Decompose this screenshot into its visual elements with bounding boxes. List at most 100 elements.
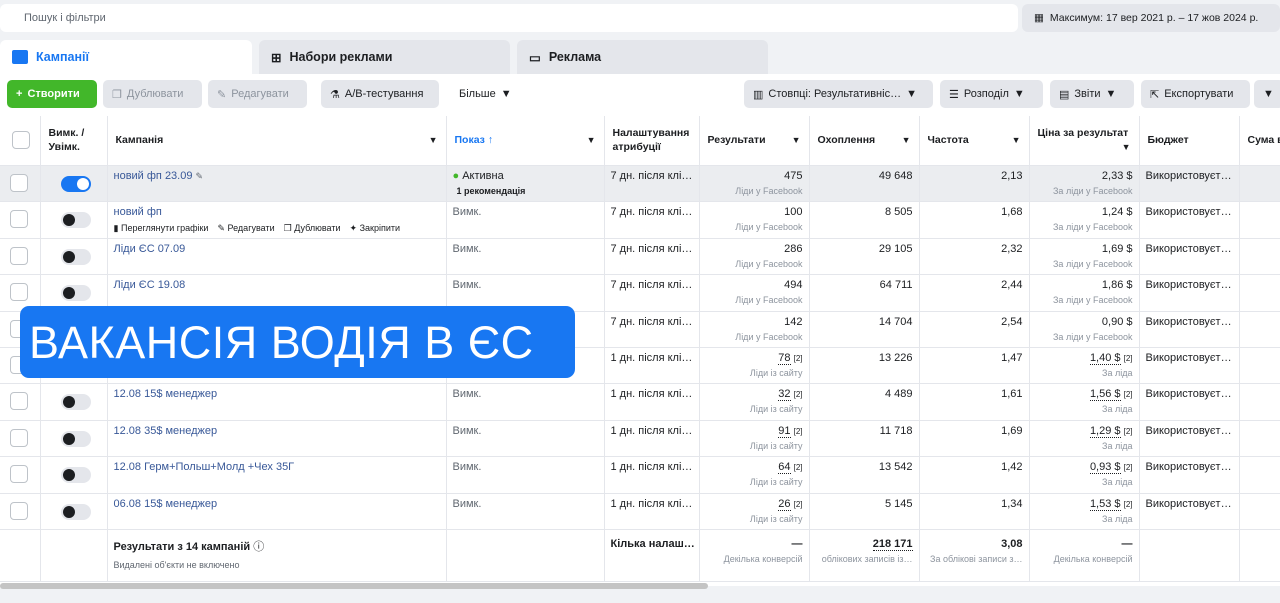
horizontal-scrollbar[interactable]: [0, 583, 708, 589]
row-checkbox[interactable]: [10, 246, 28, 265]
frequency-header[interactable]: Частота ▼: [919, 116, 1030, 166]
export-options-button[interactable]: ▼: [1254, 80, 1280, 108]
ad-icon: ▭: [529, 50, 541, 65]
info-icon: [2]: [1123, 390, 1133, 400]
breakdown-icon: ☰: [949, 88, 959, 101]
duplicate-action[interactable]: ❐ Дублювати: [284, 223, 341, 234]
totals-frequency: 3,08 За облікові записи з…: [919, 529, 1030, 583]
more-button[interactable]: Більше ▼: [450, 80, 520, 108]
info-icon: ⓘ: [253, 541, 265, 554]
campaign-name-link[interactable]: Ліди ЄС 19.08: [114, 279, 186, 291]
campaign-toggle[interactable]: [60, 394, 91, 411]
attribution-cell: 1 дн. після клі…: [604, 420, 700, 458]
spent-cell: [1239, 274, 1280, 312]
table-row[interactable]: 06.08 15$ менеджер Вимк. 1 дн. після клі…: [0, 493, 1280, 531]
tab-ad-sets[interactable]: ⊞ Набори реклами: [259, 40, 510, 74]
budget-header[interactable]: Бюджет: [1139, 116, 1240, 166]
row-checkbox[interactable]: [10, 501, 28, 520]
totals-cost-value: —: [1121, 538, 1133, 551]
reach-value: 64 711: [879, 279, 913, 292]
cost-type: За ліди у Facebook: [1053, 185, 1133, 196]
cost-type: За ліда: [1102, 440, 1133, 451]
attribution-cell: 7 дн. після клі…: [604, 274, 700, 312]
duplicate-button[interactable]: ❐ Дублювати: [103, 80, 202, 108]
campaign-toggle[interactable]: [60, 211, 91, 228]
toggle-cell: [40, 420, 108, 458]
cost-header[interactable]: Ціна за результат ▼: [1029, 116, 1140, 166]
results-type: Ліди із сайту: [749, 368, 803, 379]
campaign-toggle[interactable]: [60, 248, 91, 265]
campaign-toggle[interactable]: [60, 467, 91, 484]
totals-frequency-sub: За облікові записи з…: [930, 554, 1023, 565]
ab-test-button[interactable]: ⚗ A/B-тестування: [321, 80, 439, 108]
row-checkbox[interactable]: [10, 209, 28, 228]
delivery-cell: Вимк.: [446, 456, 605, 494]
table-row[interactable]: Ліди ЄС 07.09 Вимк. 7 дн. після клі… 286…: [0, 238, 1280, 276]
row-checkbox[interactable]: [10, 428, 28, 447]
edit-action[interactable]: ✎ Редагувати: [217, 223, 274, 234]
search-input[interactable]: Пошук і фільтри: [0, 4, 1018, 32]
breakdown-button[interactable]: ☰ Розподіл ▼: [940, 80, 1043, 108]
spent-cell: [1239, 493, 1280, 531]
spent-cell: [1239, 165, 1280, 202]
date-range-picker[interactable]: ▦ Максимум: 17 вер 2021 р. – 17 жов 2024…: [1022, 4, 1280, 32]
campaign-toggle[interactable]: [60, 285, 91, 302]
campaign-header[interactable]: Кампанія ▼: [107, 116, 447, 166]
reach-cell: 64 711: [809, 274, 920, 312]
pencil-icon[interactable]: ✎: [196, 171, 204, 181]
pin-action[interactable]: ✦ Закріпити: [350, 223, 401, 234]
campaign-toggle[interactable]: [60, 175, 91, 192]
row-checkbox[interactable]: [10, 173, 28, 192]
results-type: Ліди із сайту: [749, 404, 803, 415]
calendar-icon: ▦: [1034, 12, 1044, 24]
view-charts-action[interactable]: ▮ Переглянути графіки: [114, 223, 209, 234]
recommendation-badge[interactable]: 1 рекомендація: [452, 184, 530, 197]
table-row[interactable]: 12.08 Герм+Польш+Молд +Чех 35Г Вимк. 1 д…: [0, 456, 1280, 494]
spent-header[interactable]: Сума в: [1239, 116, 1280, 166]
row-checkbox[interactable]: [10, 465, 28, 484]
campaign-name-link[interactable]: 12.08 35$ менеджер: [114, 425, 218, 437]
row-checkbox[interactable]: [10, 392, 28, 411]
totals-results-value: —: [791, 538, 803, 551]
budget-value: Використовуєт…: [1145, 242, 1232, 255]
grid-icon: ⊞: [271, 50, 282, 65]
cost-value: 1,69 $: [1101, 242, 1133, 255]
reach-header[interactable]: Охоплення ▼: [809, 116, 920, 166]
campaign-toggle[interactable]: [60, 503, 91, 520]
create-button[interactable]: + Створити: [7, 80, 97, 108]
spent-cell: [1239, 201, 1280, 239]
cost-type: За ліди у Facebook: [1053, 221, 1133, 232]
cost-cell: 1,56 $ [2] За ліда: [1029, 383, 1140, 421]
export-button[interactable]: ⇱ Експортувати: [1141, 80, 1250, 108]
table-row[interactable]: 12.08 35$ менеджер Вимк. 1 дн. після клі…: [0, 420, 1280, 458]
table-row[interactable]: 12.08 15$ менеджер Вимк. 1 дн. після клі…: [0, 383, 1280, 421]
columns-button[interactable]: ▥ Стовпці: Результативніс… ▼: [744, 80, 933, 108]
row-checkbox[interactable]: [10, 283, 28, 302]
campaign-name-link[interactable]: 06.08 15$ менеджер: [114, 498, 218, 510]
spent-cell: [1239, 347, 1280, 385]
campaign-toggle[interactable]: [60, 430, 91, 447]
table-row[interactable]: новий фп ▮ Переглянути графіки ✎ Редагув…: [0, 201, 1280, 239]
cost-cell: 2,33 $ За ліди у Facebook: [1029, 165, 1140, 202]
reports-button[interactable]: ▤ Звіти ▼: [1050, 80, 1134, 108]
campaign-name-link[interactable]: новий фп 23.09: [114, 170, 193, 182]
results-type: Ліди у Facebook: [735, 295, 803, 306]
delivery-header[interactable]: Показ ↑ ▼: [446, 116, 605, 166]
cost-type: За ліда: [1102, 404, 1133, 415]
attribution-header[interactable]: Налаштування атрибуції: [604, 116, 700, 166]
campaign-name-link[interactable]: новий фп: [114, 206, 162, 218]
results-header[interactable]: Результати ▼: [699, 116, 810, 166]
edit-button[interactable]: ✎ Редагувати: [208, 80, 307, 108]
tab-campaigns[interactable]: Кампанії: [0, 40, 252, 74]
select-all-checkbox[interactable]: [12, 131, 30, 150]
frequency-value: 1,47: [1001, 352, 1023, 365]
info-icon: [2]: [793, 499, 803, 509]
campaign-name-link[interactable]: 12.08 Герм+Польш+Молд +Чех 35Г: [114, 461, 295, 473]
table-row[interactable]: новий фп 23.09 ✎ ● Активна 1 рекомендація…: [0, 165, 1280, 202]
tab-ads[interactable]: ▭ Реклама: [517, 40, 768, 74]
campaign-name-link[interactable]: Ліди ЄС 07.09: [114, 243, 186, 255]
campaign-name-link[interactable]: 12.08 15$ менеджер: [114, 388, 218, 400]
date-range-label: Максимум: 17 вер 2021 р. – 17 жов 2024 р…: [1049, 12, 1259, 24]
chevron-down-icon: ▼: [906, 88, 917, 100]
results-cell: 32 [2] Ліди із сайту: [699, 383, 810, 421]
